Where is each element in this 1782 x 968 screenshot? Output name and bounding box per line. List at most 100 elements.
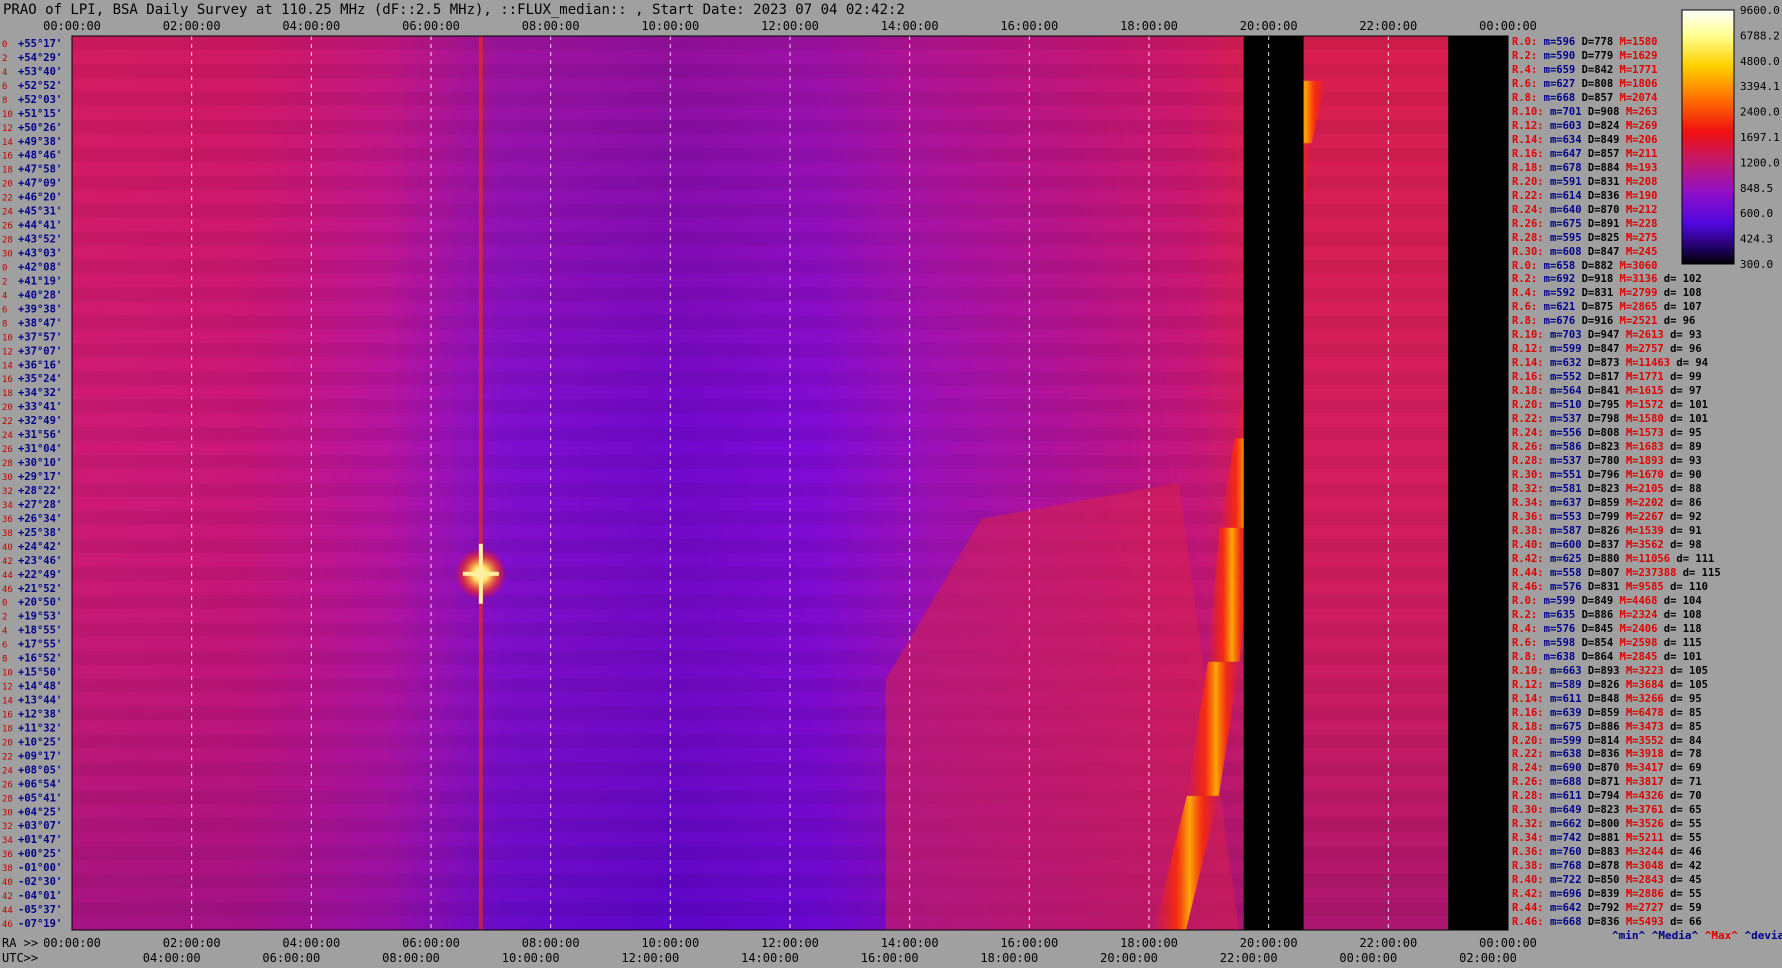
y-index-label: 6 bbox=[2, 641, 7, 651]
row-stat-d: D=871 bbox=[1587, 776, 1620, 789]
row-stat-x: M=2843 bbox=[1625, 874, 1664, 887]
y-dec-label: +24°42' bbox=[18, 541, 62, 553]
row-stat-x: M=245 bbox=[1625, 245, 1658, 258]
row-stat-x: M=1629 bbox=[1619, 49, 1658, 62]
blanked-interval bbox=[1243, 36, 1304, 930]
x-top-tick-label: 22:00:00 bbox=[1359, 19, 1417, 33]
row-stat-m: m=692 bbox=[1543, 273, 1576, 286]
row-stat-x: M=275 bbox=[1625, 231, 1658, 244]
row-stat-r: R.2: bbox=[1512, 273, 1538, 286]
y-index-label: 2 bbox=[2, 54, 7, 64]
y-index-label: 20 bbox=[2, 738, 13, 748]
y-index-label: 20 bbox=[2, 403, 13, 413]
row-stat-x: M=3136 bbox=[1619, 273, 1658, 286]
y-index-label: 12 bbox=[2, 124, 13, 134]
row-stat-r: R.14: bbox=[1512, 692, 1544, 705]
x-top-tick-label: 10:00:00 bbox=[641, 19, 699, 33]
row-stat: R.2: m=692 D=918 M=3136 d= 102 bbox=[1512, 273, 1702, 286]
row-stat-dev: d= 104 bbox=[1663, 594, 1702, 607]
colorbar-tick-label: 600.0 bbox=[1740, 207, 1773, 220]
y-dec-label: +05°41' bbox=[18, 792, 62, 804]
row-stat-m: m=639 bbox=[1549, 706, 1582, 719]
x-bottom-utc-tick: 12:00:00 bbox=[621, 951, 679, 965]
x-bottom-ra-tick: 00:00:00 bbox=[43, 936, 101, 950]
row-stat-m: m=590 bbox=[1543, 49, 1576, 62]
y-index-label: 0 bbox=[2, 599, 7, 609]
row-stat-m: m=676 bbox=[1543, 315, 1576, 328]
y-index-label: 2 bbox=[2, 613, 7, 623]
row-stat-r: R.30: bbox=[1512, 804, 1544, 817]
row-stat: R.30: m=551 D=796 M=1670 d= 90 bbox=[1512, 469, 1702, 482]
y-dec-label: +10°25' bbox=[18, 736, 62, 748]
row-stat-r: R.32: bbox=[1512, 818, 1544, 831]
row-stat-d: D=807 bbox=[1587, 566, 1620, 579]
row-stat-dev: d= 69 bbox=[1670, 762, 1702, 775]
y-index-label: 8 bbox=[2, 319, 7, 329]
y-index-label: 6 bbox=[2, 82, 7, 92]
colorbar-tick-label: 300.0 bbox=[1740, 258, 1773, 271]
row-stat-d: D=798 bbox=[1587, 413, 1620, 426]
row-stat-d: D=886 bbox=[1581, 608, 1614, 621]
row-stat-x: M=2799 bbox=[1619, 287, 1658, 300]
row-stat-r: R.22: bbox=[1512, 413, 1544, 426]
row-stat-d: D=837 bbox=[1587, 538, 1620, 551]
row-stat-x: M=3918 bbox=[1625, 748, 1664, 761]
row-stat-m: m=722 bbox=[1549, 874, 1582, 887]
row-stat: R.8: m=676 D=916 M=2521 d= 96 bbox=[1512, 315, 1695, 328]
row-stat-d: D=847 bbox=[1587, 245, 1620, 258]
y-index-label: 0 bbox=[2, 40, 7, 50]
row-stat-r: R.8: bbox=[1512, 91, 1538, 104]
colorbar bbox=[1681, 9, 1735, 265]
y-index-label: 18 bbox=[2, 166, 13, 176]
row-stat-r: R.0: bbox=[1512, 36, 1538, 48]
row-stat-d: D=808 bbox=[1581, 77, 1614, 90]
row-stat-m: m=768 bbox=[1549, 860, 1582, 873]
row-stat-d: D=886 bbox=[1587, 720, 1620, 733]
row-stat-r: R.28: bbox=[1512, 455, 1544, 468]
y-index-label: 38 bbox=[2, 864, 13, 874]
row-stat-dev: d= 66 bbox=[1670, 916, 1702, 929]
y-index-label: 10 bbox=[2, 669, 13, 679]
row-stat-m: m=603 bbox=[1549, 119, 1582, 132]
y-index-label: 4 bbox=[2, 627, 7, 637]
legend-min: ^min^ bbox=[1612, 929, 1646, 942]
y-dec-label: +32°49' bbox=[18, 415, 62, 427]
y-dec-label: +49°38' bbox=[18, 136, 62, 148]
row-stat-m: m=595 bbox=[1549, 231, 1582, 244]
row-stat-d: D=884 bbox=[1587, 161, 1620, 174]
row-stat-r: R.4: bbox=[1512, 63, 1538, 76]
row-stat-d: D=891 bbox=[1587, 217, 1620, 230]
y-index-label: 24 bbox=[2, 208, 13, 218]
row-stat-dev: d= 45 bbox=[1670, 874, 1702, 887]
row-stat: R.6: m=621 D=875 M=2865 d= 107 bbox=[1512, 301, 1702, 314]
row-stat: R.0: m=658 D=882 M=3060 bbox=[1512, 260, 1664, 273]
row-stat-r: R.22: bbox=[1512, 189, 1544, 202]
row-stat-r: R.0: bbox=[1512, 259, 1538, 272]
row-stat-x: M=3552 bbox=[1625, 734, 1664, 747]
row-stat-x: M=206 bbox=[1625, 133, 1658, 146]
row-stat-m: m=576 bbox=[1543, 622, 1576, 635]
row-stat-dev: d= 42 bbox=[1670, 860, 1702, 873]
row-stat-r: R.10: bbox=[1512, 105, 1544, 118]
row-stat-x: M=2865 bbox=[1619, 301, 1658, 314]
row-stat-d: D=880 bbox=[1587, 552, 1620, 565]
y-dec-label: +15°50' bbox=[18, 667, 62, 679]
row-stat-x: M=2267 bbox=[1625, 510, 1664, 523]
row-stat: R.14: m=632 D=873 M=11463 d= 94 bbox=[1512, 357, 1708, 370]
row-stat-x: M=1615 bbox=[1625, 385, 1664, 398]
row-stat-m: m=625 bbox=[1549, 552, 1582, 565]
row-stat-d: D=831 bbox=[1581, 287, 1614, 300]
row-stat-m: m=608 bbox=[1549, 245, 1582, 258]
x-bottom-utc-tick: 20:00:00 bbox=[1100, 951, 1158, 965]
row-stat-dev: d= 78 bbox=[1670, 748, 1702, 761]
row-stat-d: D=823 bbox=[1587, 441, 1620, 454]
row-stat: R.4: m=592 D=831 M=2799 d= 108 bbox=[1512, 287, 1702, 300]
row-stat: R.44: m=558 D=807 M=237388 d= 115 bbox=[1512, 567, 1721, 580]
row-stat-x: M=1580 bbox=[1619, 36, 1658, 48]
row-stat: R.10: m=703 D=947 M=2613 d= 93 bbox=[1512, 329, 1702, 342]
row-stat-r: R.32: bbox=[1512, 483, 1544, 496]
row-stat-r: R.46: bbox=[1512, 580, 1544, 593]
y-dec-label: +37°07' bbox=[18, 345, 62, 357]
y-dec-label: +52°03' bbox=[18, 94, 62, 106]
y-dec-label: +52°52' bbox=[18, 80, 62, 92]
